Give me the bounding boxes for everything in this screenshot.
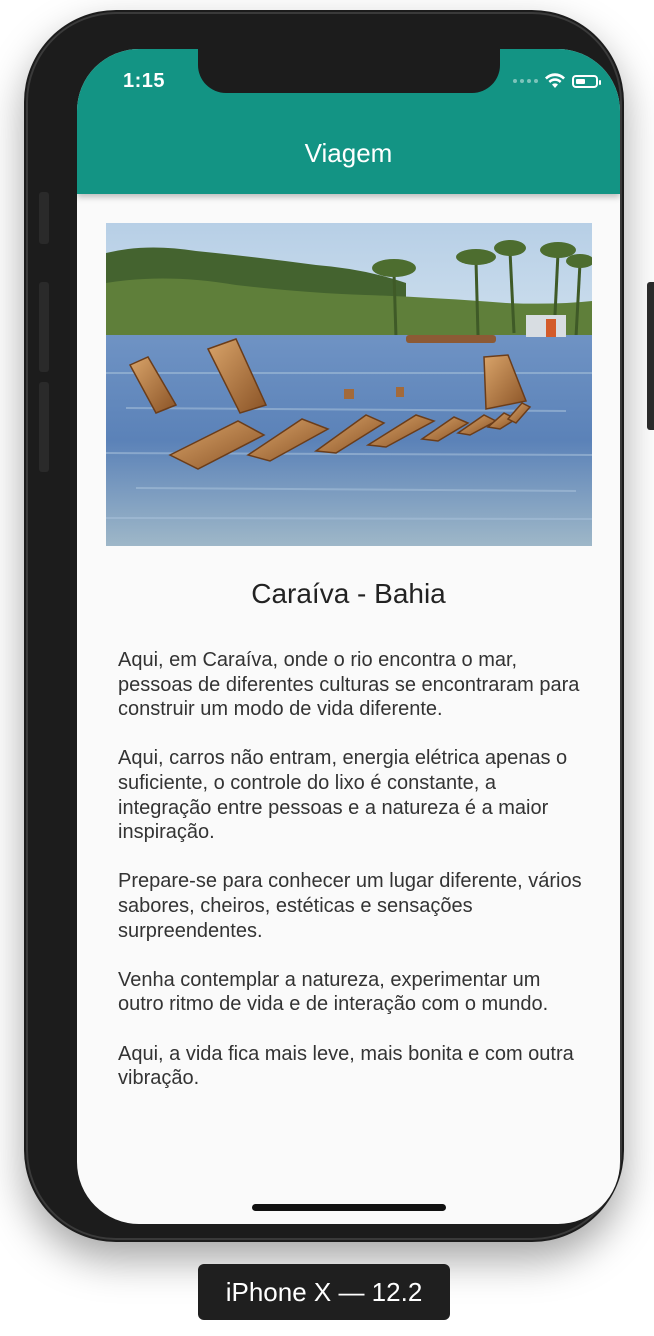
- status-time: 1:15: [123, 70, 166, 92]
- power-button: [647, 282, 654, 430]
- notch: [198, 49, 500, 93]
- river-photo-illustration: [106, 223, 592, 546]
- article-body: Aqui, em Caraíva, onde o rio encontra o …: [118, 648, 588, 1115]
- place-title: Caraíva - Bahia: [251, 578, 446, 609]
- signal-dots-icon: [513, 79, 538, 83]
- home-indicator[interactable]: [252, 1204, 446, 1211]
- paragraph: Aqui, a vida fica mais leve, mais bonita…: [118, 1042, 574, 1090]
- device-frame: 1:15 Viagem Caraíva - Bahia Aqui, em Car…: [24, 10, 654, 1242]
- paragraph: Venha contemplar a natureza, experimenta…: [118, 968, 549, 1016]
- paragraph: Aqui, carros não entram, energia elétric…: [118, 747, 568, 844]
- volume-down-button: [39, 382, 49, 472]
- volume-up-button: [39, 282, 49, 372]
- simulator-device-label: iPhone X — 12.2: [198, 1264, 450, 1320]
- paragraph: Prepare-se para conhecer um lugar difere…: [118, 870, 582, 942]
- battery-icon: [572, 74, 601, 88]
- screen: 1:15 Viagem Caraíva - Bahia Aqui, em Car…: [77, 49, 620, 1224]
- app-bar-title: Viagem: [304, 138, 393, 168]
- caraiva-photo: [106, 223, 592, 546]
- status-icons: [513, 73, 601, 89]
- mute-switch: [39, 192, 49, 244]
- wifi-icon: [545, 73, 565, 88]
- paragraph: Aqui, em Caraíva, onde o rio encontra o …: [118, 649, 580, 721]
